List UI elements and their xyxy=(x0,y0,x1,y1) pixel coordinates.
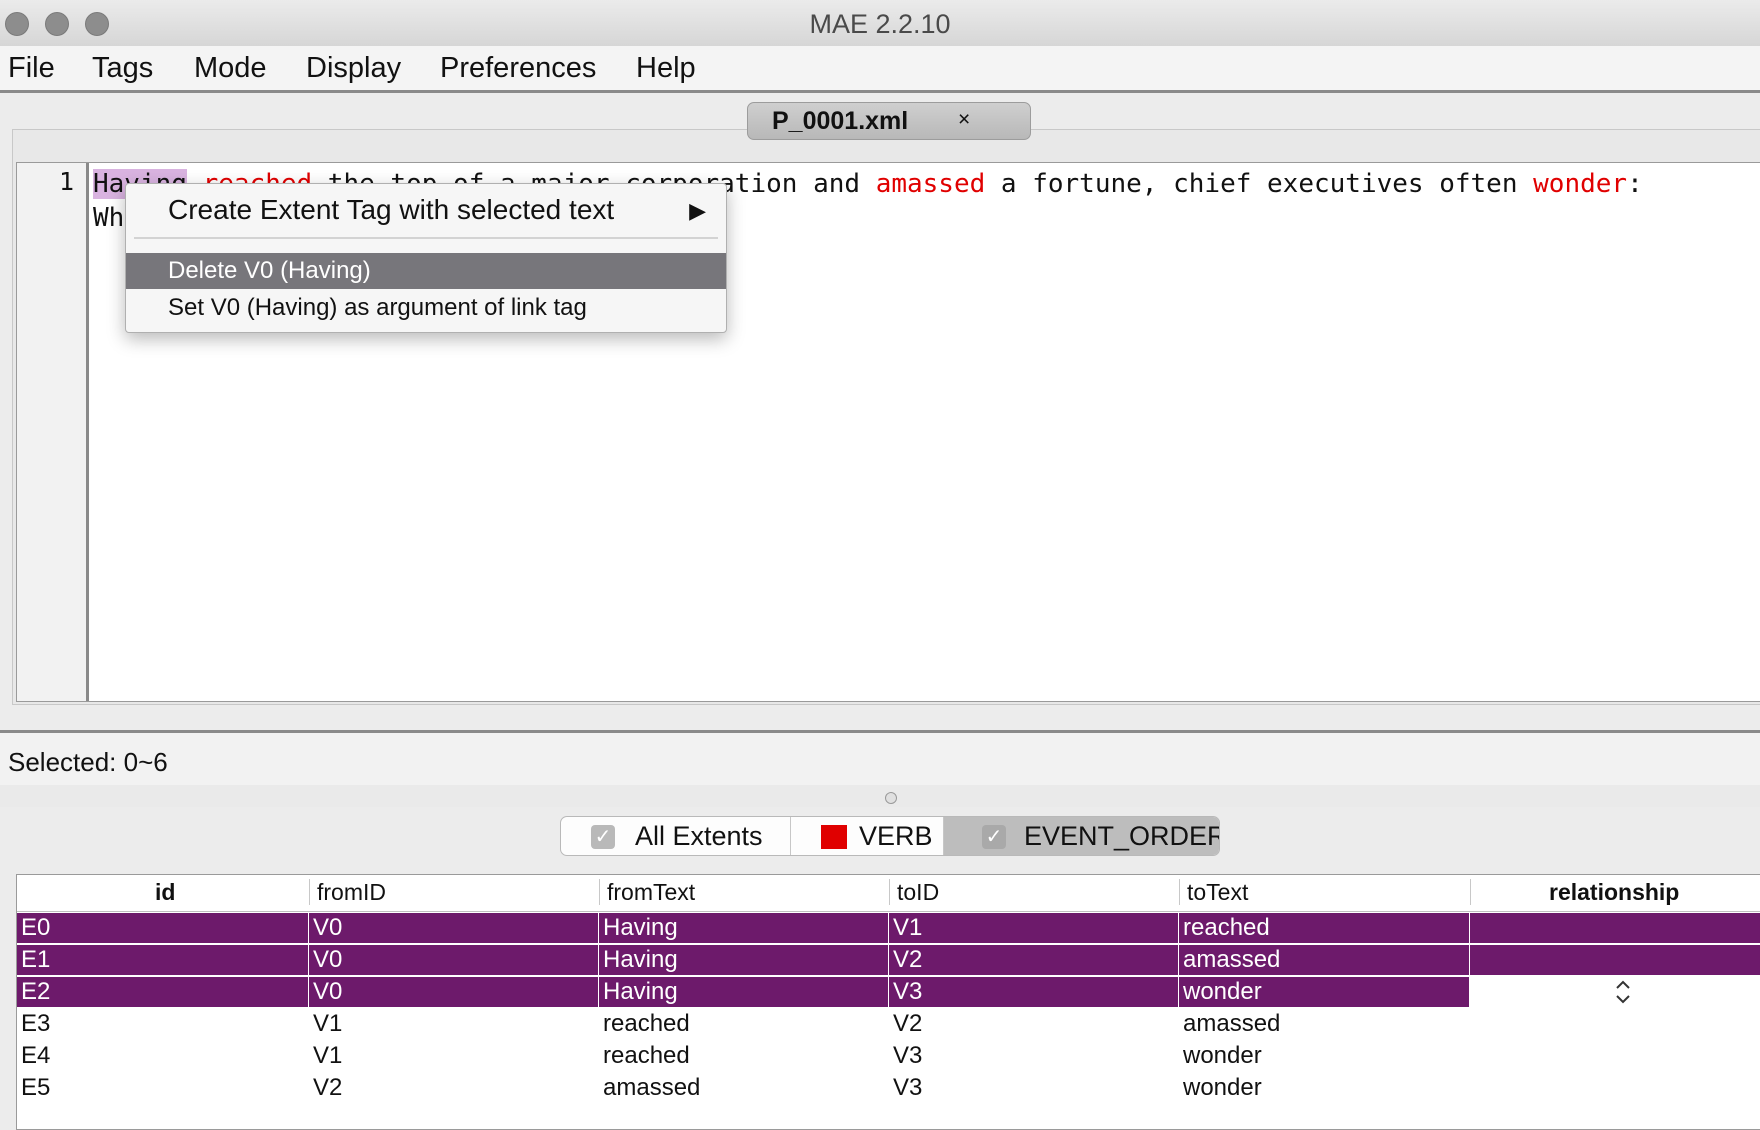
column-header-totext[interactable]: toText xyxy=(1187,879,1248,906)
cell-fromid[interactable]: V0 xyxy=(309,977,599,1007)
cell-fromtext[interactable]: Having xyxy=(599,977,889,1007)
table-header: id fromID fromText toID toText relations… xyxy=(17,875,1760,912)
tab-verb[interactable]: VERB xyxy=(791,817,944,855)
column-header-toid[interactable]: toID xyxy=(897,879,939,906)
cell-id[interactable]: E0 xyxy=(17,913,309,943)
tag-table: id fromID fromText toID toText relations… xyxy=(16,874,1760,1130)
create-extent-tag-label: Create Extent Tag with selected text xyxy=(168,194,615,225)
set-link-argument-label: Set V0 (Having) as argument of link tag xyxy=(168,294,587,321)
status-bar: Selected: 0~6 xyxy=(0,730,1760,787)
menu-display[interactable]: Display xyxy=(306,52,401,85)
cell-id[interactable]: E3 xyxy=(17,1009,309,1039)
text-run: a fortune, chief executives often xyxy=(985,169,1534,199)
cell-relationship[interactable] xyxy=(1470,945,1760,975)
cell-id[interactable]: E4 xyxy=(17,1041,309,1071)
column-divider xyxy=(599,879,600,905)
context-menu: Create Extent Tag with selected text ▶ D… xyxy=(125,183,727,333)
delete-tag-label: Delete V0 (Having) xyxy=(168,257,371,284)
table-row[interactable]: E1 V0 Having V2 amassed xyxy=(17,943,1760,975)
window-title: MAE 2.2.10 xyxy=(809,9,951,39)
column-divider xyxy=(889,879,890,905)
menu-bar: File Tags Mode Display Preferences Help xyxy=(0,46,1760,93)
cell-totext[interactable]: wonder xyxy=(1179,1073,1470,1103)
cell-fromtext[interactable]: amassed xyxy=(599,1073,889,1103)
verb-tag-text[interactable]: wonder xyxy=(1533,169,1627,199)
cell-fromtext[interactable]: Having xyxy=(599,913,889,943)
cell-totext[interactable]: amassed xyxy=(1179,945,1470,975)
cell-fromid[interactable]: V1 xyxy=(309,1009,599,1039)
menu-tags[interactable]: Tags xyxy=(92,52,153,85)
menu-file[interactable]: File xyxy=(8,52,55,85)
column-divider xyxy=(309,879,310,905)
table-row[interactable]: E0 V0 Having V1 reached xyxy=(17,911,1760,943)
menu-help[interactable]: Help xyxy=(636,52,696,85)
cell-toid[interactable]: V1 xyxy=(889,913,1179,943)
document-tab-label: P_0001.xml xyxy=(772,107,909,135)
cell-totext[interactable]: amassed xyxy=(1179,1009,1470,1039)
cell-toid[interactable]: V3 xyxy=(889,1041,1179,1071)
cell-relationship[interactable] xyxy=(1470,1009,1760,1039)
table-row[interactable]: E2 V0 Having V3 wonder xyxy=(17,975,1760,1007)
tab-verb-label: VERB xyxy=(859,821,933,851)
title-bar: MAE 2.2.10 xyxy=(0,0,1760,47)
table-row[interactable]: E5 V2 amassed V3 wonder xyxy=(17,1071,1760,1103)
cell-toid[interactable]: V3 xyxy=(889,1073,1179,1103)
line-number-gutter: 1 xyxy=(17,163,89,701)
checkbox-checked-icon[interactable]: ✓ xyxy=(982,825,1006,849)
table-row[interactable]: E3 V1 reached V2 amassed xyxy=(17,1007,1760,1039)
tab-event-order[interactable]: ✓ EVENT_ORDER xyxy=(944,817,1220,855)
cell-fromid[interactable]: V0 xyxy=(309,945,599,975)
column-header-fromtext[interactable]: fromText xyxy=(607,879,695,906)
cell-toid[interactable]: V2 xyxy=(889,1009,1179,1039)
menu-mode[interactable]: Mode xyxy=(194,52,267,85)
column-header-relationship[interactable]: relationship xyxy=(1549,879,1679,906)
cell-toid[interactable]: V3 xyxy=(889,977,1179,1007)
cell-fromtext[interactable]: reached xyxy=(599,1041,889,1071)
menu-preferences[interactable]: Preferences xyxy=(440,52,596,85)
table-row[interactable]: E4 V1 reached V3 wonder xyxy=(17,1039,1760,1071)
cell-relationship[interactable] xyxy=(1470,1073,1760,1103)
verb-tag-text[interactable]: amassed xyxy=(876,169,986,199)
split-pane-divider[interactable] xyxy=(0,785,1760,807)
cell-totext[interactable]: reached xyxy=(1179,913,1470,943)
checkbox-checked-icon[interactable]: ✓ xyxy=(591,825,615,849)
tag-tabs: ✓ All Extents VERB ✓ EVENT_ORDER xyxy=(560,816,1220,856)
text-run: : xyxy=(1627,169,1643,199)
cell-id[interactable]: E5 xyxy=(17,1073,309,1103)
dropdown-stepper-icon[interactable] xyxy=(1614,977,1632,1007)
column-header-id[interactable]: id xyxy=(155,879,175,906)
cell-relationship[interactable] xyxy=(1470,913,1760,943)
cell-id[interactable]: E1 xyxy=(17,945,309,975)
column-divider xyxy=(1470,879,1471,905)
menu-separator xyxy=(134,237,718,239)
cell-relationship[interactable] xyxy=(1470,1041,1760,1071)
tab-all-extents-label: All Extents xyxy=(635,821,763,851)
cell-fromid[interactable]: V0 xyxy=(309,913,599,943)
divider-handle-icon[interactable] xyxy=(885,792,897,804)
cell-id[interactable]: E2 xyxy=(17,977,309,1007)
tab-all-extents[interactable]: ✓ All Extents xyxy=(561,817,791,855)
column-header-fromid[interactable]: fromID xyxy=(317,879,386,906)
close-tab-icon[interactable]: × xyxy=(958,108,970,132)
cell-totext[interactable]: wonder xyxy=(1179,1041,1470,1071)
column-divider xyxy=(1179,879,1180,905)
cell-toid[interactable]: V2 xyxy=(889,945,1179,975)
cell-fromtext[interactable]: reached xyxy=(599,1009,889,1039)
document-tab[interactable]: P_0001.xml × xyxy=(747,102,1031,140)
line-number: 1 xyxy=(58,167,74,196)
cell-fromid[interactable]: V2 xyxy=(309,1073,599,1103)
relationship-dropdown[interactable] xyxy=(1470,977,1760,1007)
cell-fromtext[interactable]: Having xyxy=(599,945,889,975)
verb-color-swatch xyxy=(821,825,847,849)
set-link-argument-item[interactable]: Set V0 (Having) as argument of link tag xyxy=(126,290,726,326)
submenu-arrow-icon: ▶ xyxy=(689,198,706,223)
create-extent-tag-item[interactable]: Create Extent Tag with selected text ▶ xyxy=(126,184,726,236)
text-line-2: Wh xyxy=(93,203,125,233)
delete-tag-item[interactable]: Delete V0 (Having) xyxy=(126,253,726,289)
tab-event-order-label: EVENT_ORDER xyxy=(1024,821,1220,851)
cell-fromid[interactable]: V1 xyxy=(309,1041,599,1071)
selection-status: Selected: 0~6 xyxy=(8,747,168,777)
cell-totext[interactable]: wonder xyxy=(1179,977,1470,1007)
